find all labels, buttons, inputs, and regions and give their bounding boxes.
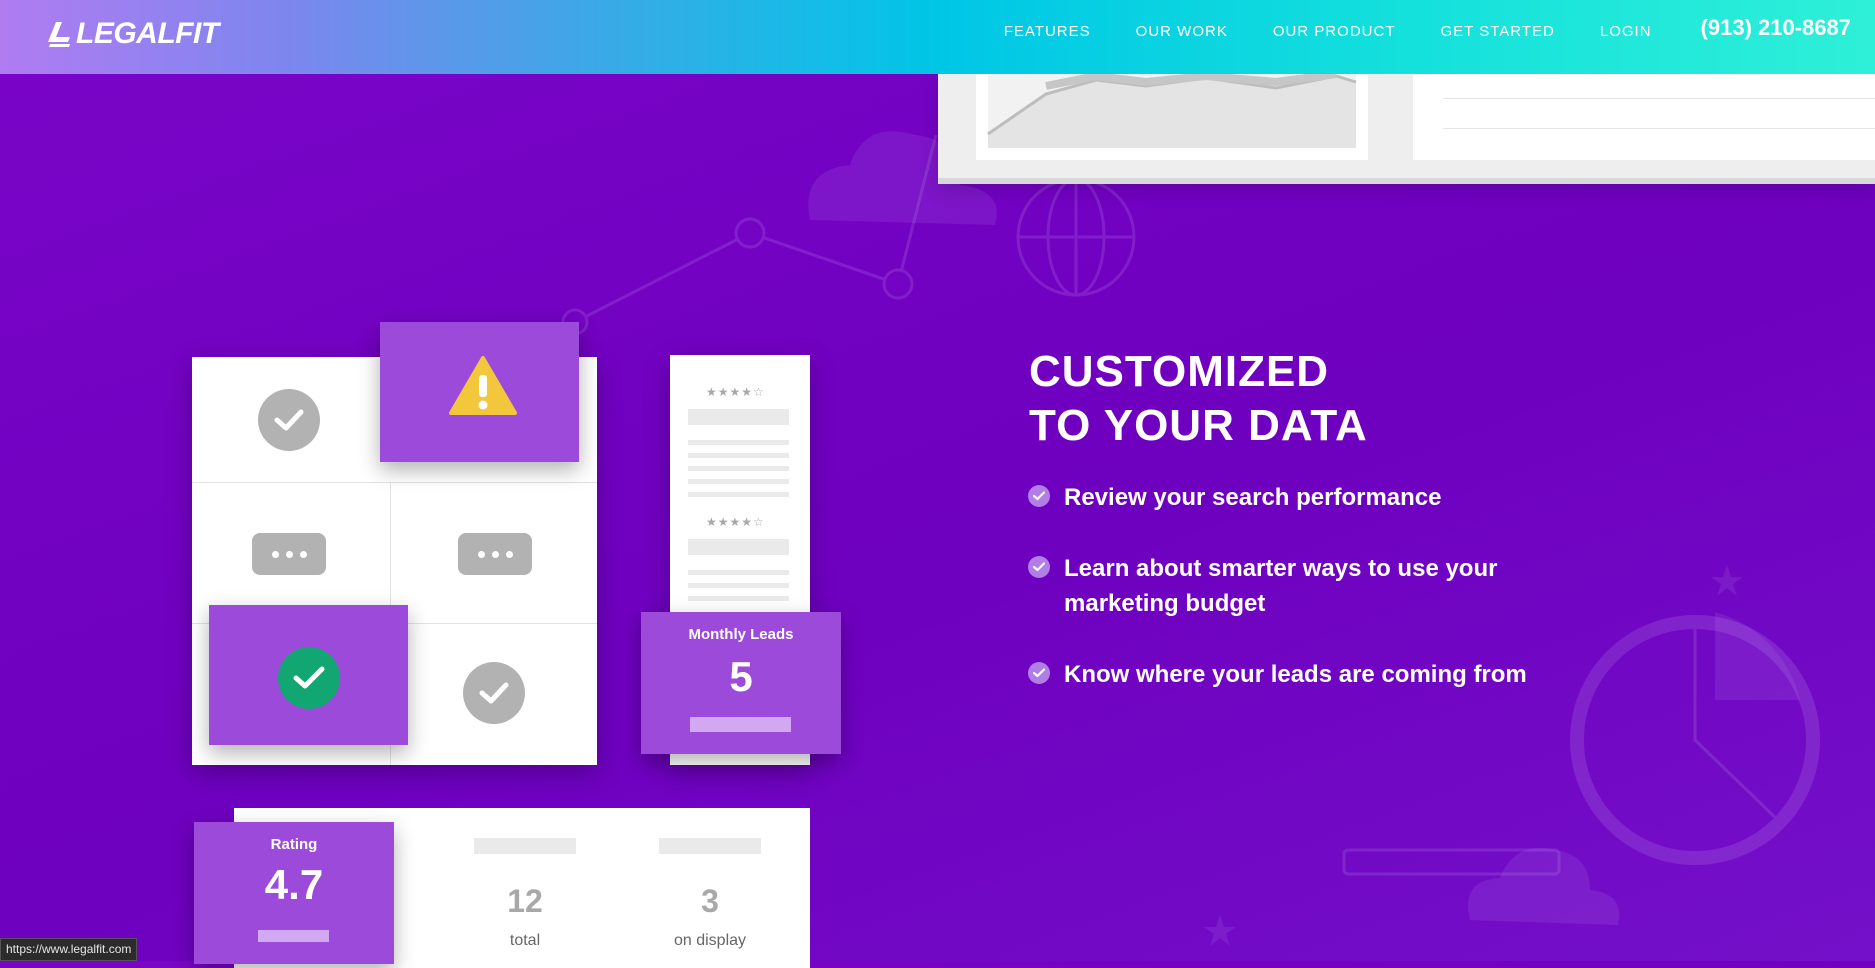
traffic-chart [976, 70, 1368, 160]
logo[interactable]: LEGALFIT [44, 14, 219, 54]
check-icon [1028, 662, 1050, 684]
grid-divider [192, 482, 597, 483]
review-line [688, 479, 789, 484]
feature-text: Review your search performance [1064, 484, 1442, 511]
star-rating-icon: ★★★★☆ [706, 385, 765, 399]
rating-progress-bar [258, 930, 329, 942]
check-icon [1028, 556, 1050, 578]
total-caption: total [509, 932, 541, 949]
warning-tile [380, 322, 579, 462]
area-chart-graphic [987, 70, 1357, 148]
check-icon [1028, 485, 1050, 507]
monthly-leads-value: 5 [729, 653, 753, 700]
review-line [688, 596, 789, 601]
nav-get-started[interactable]: GET STARTED [1441, 23, 1555, 40]
table-line [1443, 98, 1875, 99]
feature-list: Review your search performance Learn abo… [1028, 480, 1588, 692]
star-rating-icon: ★★★★☆ [706, 515, 765, 529]
review-line [688, 466, 789, 471]
review-line [688, 583, 789, 588]
legalfit-logo-icon [48, 22, 70, 47]
on-display-caption: on display [673, 932, 747, 949]
feature-text: Learn about smarter ways to use your mar… [1064, 555, 1498, 617]
nav-features[interactable]: FEATURES [1004, 23, 1091, 40]
logo-text: LEGALFIT [76, 17, 219, 50]
success-check-icon [278, 647, 340, 709]
placeholder-bar [474, 838, 576, 854]
heading-line-1: CUSTOMIZED [1029, 347, 1330, 396]
feature-item: Learn about smarter ways to use your mar… [1028, 551, 1588, 621]
nav-login[interactable]: LOGIN [1600, 23, 1652, 40]
nav-our-work[interactable]: OUR WORK [1136, 23, 1228, 40]
review-placeholder [688, 409, 789, 425]
leads-progress-bar [690, 717, 791, 732]
rating-tile: Rating 4.7 [194, 822, 394, 964]
status-bar-url: https://www.legalfit.com [0, 938, 138, 961]
monthly-leads-label: Monthly Leads [688, 626, 794, 643]
data-table-preview [1413, 74, 1875, 160]
rating-label: Rating [270, 836, 318, 853]
on-display-value: 3 [701, 883, 719, 919]
warning-icon [449, 356, 517, 415]
placeholder-bar [659, 838, 761, 854]
rating-value: 4.7 [264, 861, 324, 908]
review-line [688, 453, 789, 458]
review-line [688, 492, 789, 497]
dashboard-preview-card [938, 70, 1875, 184]
review-placeholder [688, 539, 789, 555]
total-value: 12 [507, 883, 543, 919]
more-options-icon [252, 533, 326, 575]
site-header: LEGALFIT FEATURES OUR WORK OUR PRODUCT G… [0, 0, 1875, 74]
phone-link[interactable]: (913) 210-8687 [1701, 15, 1851, 41]
check-circle-icon [463, 662, 525, 724]
feature-item: Know where your leads are coming from [1028, 657, 1588, 692]
monthly-leads-tile: Monthly Leads 5 [641, 612, 841, 754]
feature-item: Review your search performance [1028, 480, 1588, 515]
success-tile [209, 605, 408, 745]
feature-text: Know where your leads are coming from [1064, 661, 1527, 688]
check-circle-icon [258, 389, 320, 451]
nav-our-product[interactable]: OUR PRODUCT [1273, 23, 1396, 40]
review-line [688, 440, 789, 445]
review-line [688, 570, 789, 575]
heading-line-2: TO YOUR DATA [1029, 401, 1368, 450]
more-options-icon [458, 533, 532, 575]
main-nav: FEATURES OUR WORK OUR PRODUCT GET STARTE… [1004, 0, 1875, 62]
section-heading: CUSTOMIZED TO YOUR DATA [1029, 345, 1368, 453]
table-line [1443, 128, 1875, 129]
